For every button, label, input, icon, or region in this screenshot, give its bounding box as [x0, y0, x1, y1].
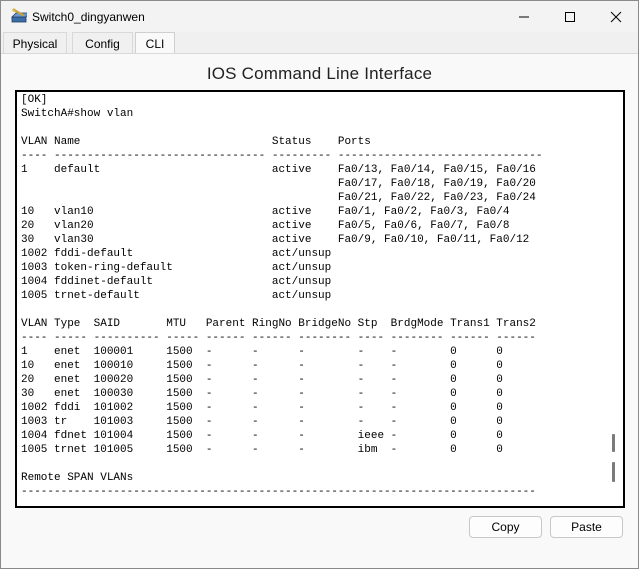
terminal-line: Remote SPAN VLANs	[21, 472, 134, 484]
terminal-line: ---- -------------------------------- --…	[21, 150, 543, 162]
minimize-icon	[519, 16, 529, 17]
copy-button[interactable]: Copy	[469, 516, 542, 538]
terminal-line: 30 enet 100030 1500 - - - - - 0 0	[21, 388, 503, 400]
window-title: Switch0_dingyanwen	[32, 10, 145, 24]
terminal-line: 20 vlan20 active Fa0/5, Fa0/6, Fa0/7, Fa…	[21, 220, 510, 232]
tab-bar: Physical Config CLI	[1, 32, 638, 54]
terminal-line: 1 enet 100001 1500 - - - - - 0 0	[21, 346, 503, 358]
terminal-line: 1003 token-ring-default act/unsup	[21, 262, 332, 274]
tab-physical[interactable]: Physical	[3, 32, 67, 54]
terminal-line: 1005 trnet 101005 1500 - - - ibm - 0 0	[21, 444, 503, 456]
scrollbar-thumb-lower[interactable]	[612, 462, 615, 482]
terminal-line: VLAN Name Status Ports	[21, 136, 371, 148]
terminal-line: 10 enet 100010 1500 - - - - - 0 0	[21, 360, 503, 372]
terminal-line: 1002 fddi 101002 1500 - - - - - 0 0	[21, 402, 503, 414]
close-icon	[610, 11, 622, 22]
terminal-line: 1004 fddinet-default act/unsup	[21, 276, 332, 288]
terminal-line: VLAN Type SAID MTU Parent RingNo BridgeN…	[21, 318, 536, 330]
maximize-button[interactable]	[547, 1, 593, 32]
terminal-line: ---- ----- ---------- ----- ------ -----…	[21, 332, 536, 344]
title-bar[interactable]: Switch0_dingyanwen	[1, 1, 638, 32]
tab-config[interactable]: Config	[72, 32, 133, 54]
terminal-line: 20 enet 100020 1500 - - - - - 0 0	[21, 374, 503, 386]
terminal-line: 1004 fdnet 101004 1500 - - - ieee - 0 0	[21, 430, 503, 442]
cli-panel: IOS Command Line Interface [OK] SwitchA#s…	[1, 54, 638, 568]
terminal-line: 1005 trnet-default act/unsup	[21, 290, 332, 302]
switch-app-icon	[11, 8, 27, 23]
terminal-line: [OK]	[21, 94, 48, 106]
terminal-output: [OK] SwitchA#show vlan VLAN Name Status Po…	[21, 93, 543, 499]
terminal-line: 1 default active Fa0/13, Fa0/14, Fa0/15,…	[21, 164, 536, 176]
terminal-line: 1003 tr 101003 1500 - - - - - 0 0	[21, 416, 503, 428]
terminal-line: ----------------------------------------…	[21, 486, 536, 498]
terminal-line: SwitchA#show vlan	[21, 108, 134, 120]
terminal-line: 10 vlan10 active Fa0/1, Fa0/2, Fa0/3, Fa…	[21, 206, 510, 218]
tab-cli[interactable]: CLI	[135, 32, 175, 54]
cli-terminal[interactable]: [OK] SwitchA#show vlan VLAN Name Status Po…	[15, 90, 625, 508]
terminal-line: 30 vlan30 active Fa0/9, Fa0/10, Fa0/11, …	[21, 234, 530, 246]
switch-cli-window: Switch0_dingyanwen Physical Config CLI I…	[0, 0, 639, 569]
paste-button[interactable]: Paste	[550, 516, 623, 538]
terminal-line: Fa0/21, Fa0/22, Fa0/23, Fa0/24	[21, 192, 536, 204]
panel-title: IOS Command Line Interface	[206, 64, 433, 83]
minimize-button[interactable]	[501, 1, 547, 32]
maximize-icon	[565, 11, 575, 22]
terminal-line: 1002 fddi-default act/unsup	[21, 248, 332, 260]
scrollbar-thumb[interactable]	[612, 434, 615, 452]
close-button[interactable]	[593, 1, 639, 32]
terminal-line: Fa0/17, Fa0/18, Fa0/19, Fa0/20	[21, 178, 536, 190]
